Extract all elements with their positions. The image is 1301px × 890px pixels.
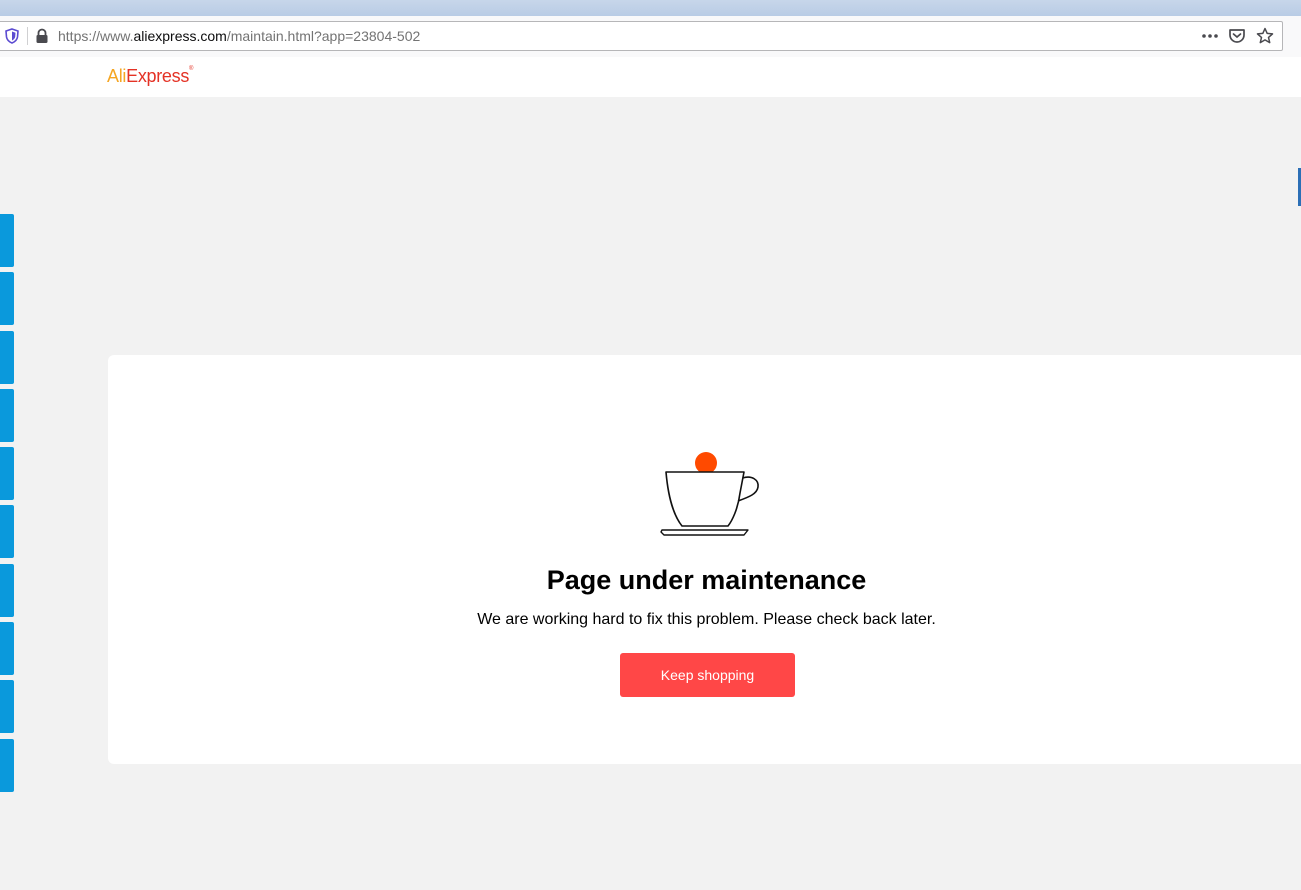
star-icon[interactable] (1256, 27, 1274, 45)
more-icon[interactable] (1200, 28, 1220, 44)
logo-ali: Ali (107, 66, 127, 86)
side-tab[interactable] (0, 214, 14, 267)
keep-shopping-button[interactable]: Keep shopping (620, 653, 795, 697)
logo-registered-mark: ® (189, 66, 194, 72)
side-tab[interactable] (0, 330, 14, 384)
side-tab[interactable] (0, 738, 14, 792)
side-tab[interactable] (0, 563, 14, 617)
url-prefix: https://www. (58, 28, 134, 44)
logo-express: Express (126, 66, 190, 86)
page-title: Page under maintenance (546, 565, 867, 595)
url-domain: aliexpress.com (133, 28, 227, 44)
pocket-icon[interactable] (1228, 28, 1246, 44)
aliexpress-logo[interactable]: AliExpress® (107, 66, 193, 87)
lock-icon[interactable] (35, 28, 49, 44)
side-tab[interactable] (0, 622, 14, 676)
side-tab-strip (0, 214, 14, 797)
coffee-cup-icon (660, 452, 759, 536)
side-tab[interactable] (0, 272, 14, 326)
browser-title-bar (0, 0, 1301, 16)
site-header: AliExpress® (0, 57, 1301, 97)
side-tab[interactable] (0, 447, 14, 501)
side-tab[interactable] (0, 680, 14, 734)
url-path: /maintain.html?app=23804-502 (226, 28, 421, 44)
side-tab[interactable] (0, 388, 14, 442)
side-tab[interactable] (0, 505, 14, 559)
urlbar-separator (27, 27, 28, 45)
maintenance-card: Page under maintenance We are working ha… (108, 355, 1301, 764)
url-text[interactable]: https://www.aliexpress.com/maintain.html… (58, 28, 420, 44)
maintenance-message: We are working hard to fix this problem.… (477, 611, 936, 628)
address-bar[interactable]: https://www.aliexpress.com/maintain.html… (0, 21, 1283, 51)
browser-toolbar: https://www.aliexpress.com/maintain.html… (0, 16, 1301, 58)
shield-icon[interactable] (5, 28, 19, 44)
